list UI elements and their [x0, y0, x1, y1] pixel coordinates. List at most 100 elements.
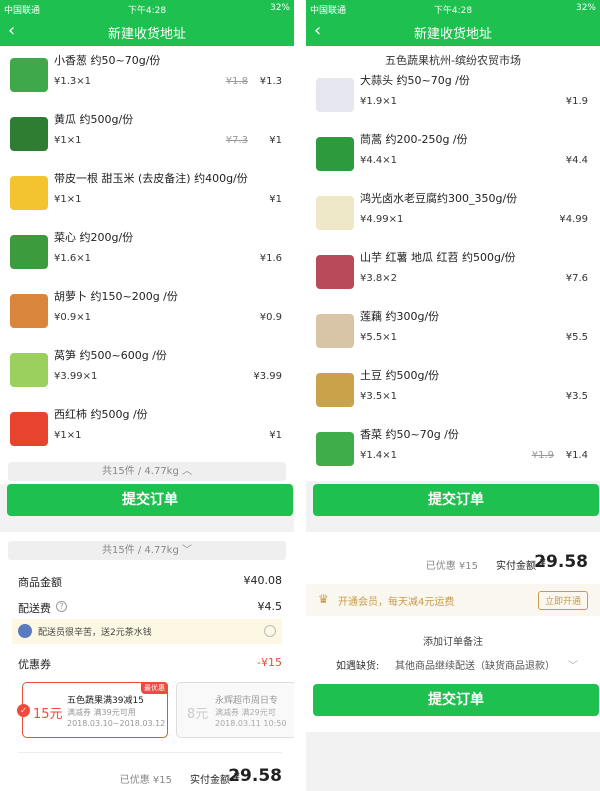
courier-avatar-icon: [18, 624, 32, 638]
item-name: 土豆 约500g/份: [360, 369, 440, 382]
sweetpotato-icon: [316, 255, 354, 289]
crown-icon: ♛: [318, 592, 329, 606]
item-name: 菜心 约200g/份: [54, 231, 134, 244]
delivery-fee-value: ¥4.5: [257, 600, 283, 613]
info-icon[interactable]: ?: [56, 601, 67, 612]
item-price: ¥3.5: [565, 391, 588, 402]
submit-order-button-right[interactable]: 提交订单: [313, 484, 599, 516]
item-price: ¥1.9: [565, 96, 588, 107]
member-text: 开通会员，每天减4元运费: [338, 597, 455, 608]
potato-icon: [316, 373, 354, 407]
item-name: 胡萝卜 约150~200g /份: [54, 290, 178, 303]
item-name: 鸿光卤水老豆腐约300_350g/份: [360, 192, 518, 205]
item-price: ¥0.9: [259, 312, 282, 323]
item-name: 带皮一根 甜玉米 (去皮备注) 约400g/份: [54, 172, 248, 185]
item-price: ¥3.99: [253, 371, 282, 382]
discount-text: 已优惠 ¥15: [119, 775, 172, 786]
tip-banner: 配送员很辛苦，送2元茶水钱: [12, 619, 282, 644]
coupon2-date: 2018.03.11 10:50: [215, 719, 287, 728]
list-item[interactable]: 黄瓜 约500g/份 ¥1×1 ¥7.3 ¥1: [0, 105, 294, 165]
summary-count-2: 共15件 / 4.77kg: [101, 545, 179, 556]
goods-amount-value: ¥40.08: [243, 574, 283, 587]
list-item[interactable]: 山芋 红薯 地瓜 红苕 约500g/份 ¥3.8×2 ¥7.6: [306, 243, 600, 303]
clock-text-right: 下午4:28: [433, 6, 473, 16]
summary-count: 共15件 / 4.77kg: [101, 466, 179, 477]
item-price: ¥1.4: [565, 450, 588, 461]
item-qty: ¥1×1: [54, 194, 82, 205]
list-item[interactable]: 带皮一根 甜玉米 (去皮备注) 约400g/份 ¥1×1 ¥1: [0, 164, 294, 224]
list-item[interactable]: 茼蒿 约200-250g /份 ¥4.4×1 ¥4.4: [306, 125, 600, 185]
list-item[interactable]: 香菜 约50~70g /份 ¥1.4×1 ¥1.9 ¥1.4: [306, 420, 600, 480]
discount-text-right: 已优惠 ¥15: [425, 561, 478, 572]
item-name: 小香葱 约50~70g/份: [54, 54, 161, 67]
page-title: 新建收货地址: [107, 27, 186, 42]
check-icon: ✓: [17, 704, 30, 717]
scallion-icon: [10, 58, 48, 92]
lotusroot-icon: [316, 314, 354, 348]
member-open-button[interactable]: 立即开通: [537, 591, 588, 610]
add-note-link[interactable]: 添加订单备注: [306, 633, 600, 648]
item-qty: ¥1×1: [54, 430, 82, 441]
coupon-value: -¥15: [257, 656, 282, 669]
shortage-select[interactable]: 如遇缺货: 其他商品继续配送（缺货商品退款） ﹀: [306, 657, 600, 673]
item-qty: ¥3.99×1: [54, 371, 98, 382]
lettuce-stem-icon: [10, 353, 48, 387]
chevron-down-icon: ﹀: [182, 545, 193, 556]
item-price: ¥1.3: [259, 76, 282, 87]
right-phone-screen: 中国联通 下午4:28 32% ‹ 新建收货地址 五色蔬果杭州-缤纷农贸市场 大…: [306, 0, 600, 791]
item-price: ¥4.99: [559, 214, 588, 225]
member-banner: ♛ 开通会员，每天减4元运费 立即开通: [306, 584, 600, 616]
list-item[interactable]: 莲藕 约300g/份 ¥5.5×1 ¥5.5: [306, 302, 600, 362]
tip-radio[interactable]: [264, 625, 276, 637]
delivery-fee-label: 配送费: [18, 602, 51, 615]
coupon-title: 五色蔬果满39减15: [67, 696, 144, 706]
item-price: ¥1: [269, 135, 282, 146]
item-qty: ¥4.4×1: [360, 155, 398, 166]
list-item[interactable]: 土豆 约500g/份 ¥3.5×1 ¥3.5: [306, 361, 600, 421]
list-item[interactable]: 大蒜头 约50~70g /份 ¥1.9×1 ¥1.9: [306, 66, 600, 126]
item-name: 山芋 红薯 地瓜 红苕 约500g/份: [360, 251, 516, 264]
submit-order-button[interactable]: 提交订单: [7, 484, 293, 516]
tomato-icon: [10, 412, 48, 446]
corn-icon: [10, 176, 48, 210]
item-price: ¥1: [269, 194, 282, 205]
summary-bar-2[interactable]: 共15件 / 4.77kg ﹀: [8, 541, 286, 560]
status-bar: 中国联通 下午4:28 32%: [0, 0, 294, 16]
list-item[interactable]: 菜心 约200g/份 ¥1.6×1 ¥1.6: [0, 223, 294, 283]
garlic-icon: [316, 78, 354, 112]
item-qty: ¥1×1: [54, 135, 82, 146]
shortage-value: 其他商品继续配送（缺货商品退款）: [395, 661, 555, 672]
item-qty: ¥1.9×1: [360, 96, 398, 107]
list-item[interactable]: 小香葱 约50~70g/份 ¥1.3×1 ¥1.8 ¥1.3: [0, 46, 294, 106]
list-item[interactable]: 胡萝卜 约150~200g /份 ¥0.9×1 ¥0.9: [0, 282, 294, 342]
tip-text: 配送员很辛苦，送2元茶水钱: [38, 628, 152, 638]
paid-label-right: 实付金额: [496, 561, 536, 572]
coupon-card-other[interactable]: 8元 永辉超市周日专 满减券 满29元可 2018.03.11 10:50: [176, 682, 294, 738]
battery-text-right: 32%: [575, 3, 596, 13]
coupon-card-selected[interactable]: 最优惠 ✓ 15元 五色蔬果满39减15 满减券 满39元可用 2018.03.…: [17, 682, 168, 738]
page-title-right: 新建收货地址: [413, 27, 492, 42]
item-price: ¥4.4: [565, 155, 588, 166]
list-item[interactable]: 鸿光卤水老豆腐约300_350g/份 ¥4.99×1 ¥4.99: [306, 184, 600, 244]
item-name: 西红柿 约500g /份: [54, 408, 148, 421]
status-bar-right: 中国联通 下午4:28 32%: [306, 0, 600, 16]
paid-label: 实付金额: [190, 775, 230, 786]
coupon2-amount: 8元: [187, 707, 209, 722]
choysum-icon: [10, 235, 48, 269]
nav-bar-right: ‹ 新建收货地址: [306, 16, 600, 46]
item-price: ¥7.6: [565, 273, 588, 284]
list-item[interactable]: 莴笋 约500~600g /份 ¥3.99×1 ¥3.99: [0, 341, 294, 401]
item-name: 莴笋 约500~600g /份: [54, 349, 167, 362]
item-name: 黄瓜 约500g/份: [54, 113, 134, 126]
left-phone-screen: 中国联通 下午4:28 32% ‹ 新建收货地址 小香葱 约50~70g/份 ¥1…: [0, 0, 294, 791]
paid-amount: 29.58: [228, 766, 282, 786]
item-qty: ¥1.6×1: [54, 253, 92, 264]
item-qty: ¥4.99×1: [360, 214, 404, 225]
item-qty: ¥3.8×2: [360, 273, 398, 284]
item-qty: ¥3.5×1: [360, 391, 398, 402]
item-qty: ¥5.5×1: [360, 332, 398, 343]
chevron-up-icon[interactable]: ︿: [182, 466, 192, 477]
submit-order-button-bottom[interactable]: 提交订单: [313, 684, 599, 716]
battery-text: 32%: [269, 3, 290, 13]
list-item[interactable]: 西红柿 约500g /份 ¥1×1 ¥1: [0, 400, 294, 460]
